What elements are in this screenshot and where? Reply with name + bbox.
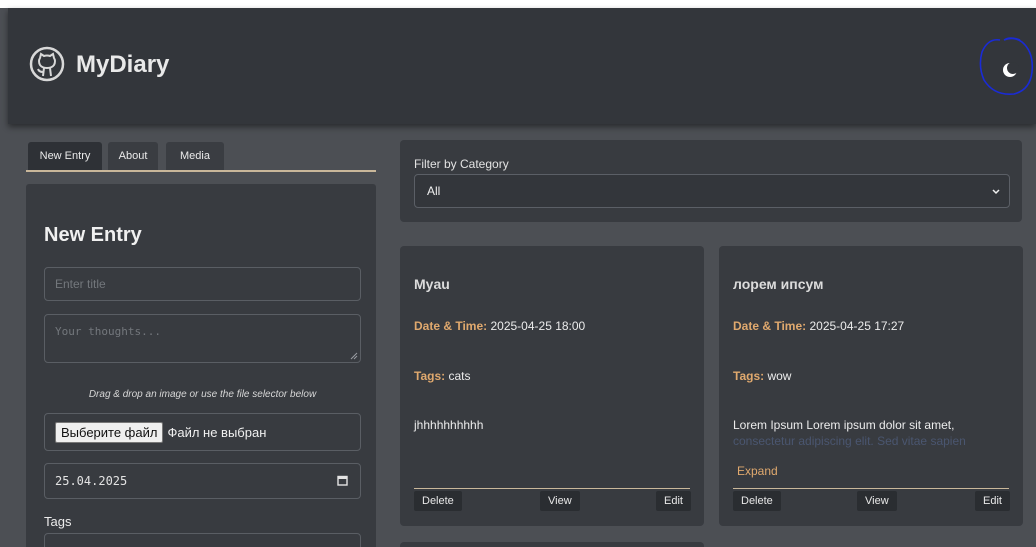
- github-icon: [29, 46, 65, 82]
- entry-date: Date & Time: 2025-04-25 18:00: [414, 319, 585, 333]
- tags-label: Tags:: [414, 369, 446, 383]
- edit-button[interactable]: Edit: [975, 491, 1010, 511]
- date-input[interactable]: 25.04.2025: [44, 463, 361, 499]
- app-header: MyDiary: [8, 8, 1036, 124]
- thoughts-placeholder: Your thoughts...: [55, 325, 161, 338]
- view-button[interactable]: View: [857, 491, 897, 511]
- card-divider: [414, 488, 690, 489]
- tags-value: cats: [448, 369, 471, 383]
- date-value: 2025-04-25 18:00: [490, 319, 586, 333]
- filter-label: Filter by Category: [414, 157, 509, 171]
- title-input[interactable]: Enter title: [44, 267, 361, 301]
- expand-button[interactable]: Expand: [737, 464, 778, 478]
- choose-file-button[interactable]: Выберите файл: [55, 421, 164, 443]
- category-selected: All: [427, 184, 441, 198]
- top-border: [0, 0, 1036, 8]
- entry-body: jhhhhhhhhhh: [414, 418, 484, 432]
- entry-tags: Tags: cats: [414, 369, 470, 383]
- entry-tags: Tags: wow: [733, 369, 791, 383]
- filter-panel: Filter by Category All: [400, 140, 1022, 222]
- date-label: Date & Time:: [733, 319, 807, 333]
- tab-about[interactable]: About: [108, 142, 158, 170]
- calendar-icon[interactable]: [337, 475, 348, 486]
- edit-button[interactable]: Edit: [656, 491, 691, 511]
- entry-body: Lorem Ipsum Lorem ipsum dolor sit amet,: [733, 418, 955, 432]
- drop-hint: Drag & drop an image or use the file sel…: [88, 389, 317, 400]
- entry-body-overflow: consectetur adipiscing elit. Sed vitae s…: [733, 434, 966, 448]
- resize-handle-icon[interactable]: [350, 352, 358, 360]
- entry-card: [400, 542, 704, 547]
- thoughts-textarea[interactable]: Your thoughts...: [44, 314, 361, 363]
- tags-input[interactable]: [44, 533, 361, 547]
- date-label: Date & Time:: [414, 319, 488, 333]
- panel-title: New Entry: [44, 224, 142, 246]
- delete-button[interactable]: Delete: [414, 491, 462, 511]
- tab-media[interactable]: Media: [166, 142, 224, 170]
- date-value: 2025-04-25 17:27: [809, 319, 905, 333]
- moon-icon: [1003, 62, 1019, 77]
- entry-date: Date & Time: 2025-04-25 17:27: [733, 319, 904, 333]
- app-title: MyDiary: [76, 51, 170, 78]
- file-status: Файл не выбран: [167, 424, 267, 440]
- card-divider: [733, 488, 1009, 489]
- view-button[interactable]: View: [540, 491, 580, 511]
- new-entry-panel: New Entry Enter title Your thoughts... D…: [26, 184, 376, 547]
- theme-toggle-button[interactable]: [990, 50, 1030, 90]
- file-input[interactable]: Выберите файл Файл не выбран: [44, 413, 361, 451]
- tab-new-entry[interactable]: New Entry: [28, 142, 102, 170]
- delete-button[interactable]: Delete: [733, 491, 781, 511]
- category-select[interactable]: All: [414, 174, 1010, 208]
- tab-bar: New Entry About Media: [26, 142, 376, 172]
- tags-value: wow: [767, 369, 792, 383]
- chevron-down-icon: [992, 189, 1000, 195]
- entry-title: Myau: [414, 276, 450, 292]
- entry-card: лорем ипсум Date & Time: 2025-04-25 17:2…: [719, 246, 1023, 526]
- entry-title: лорем ипсум: [733, 276, 824, 292]
- tags-label: Tags:: [733, 369, 765, 383]
- entry-card: Myau Date & Time: 2025-04-25 18:00 Tags:…: [400, 246, 704, 526]
- tags-label: Tags: [44, 514, 72, 529]
- date-value: 25.04.2025: [55, 474, 128, 488]
